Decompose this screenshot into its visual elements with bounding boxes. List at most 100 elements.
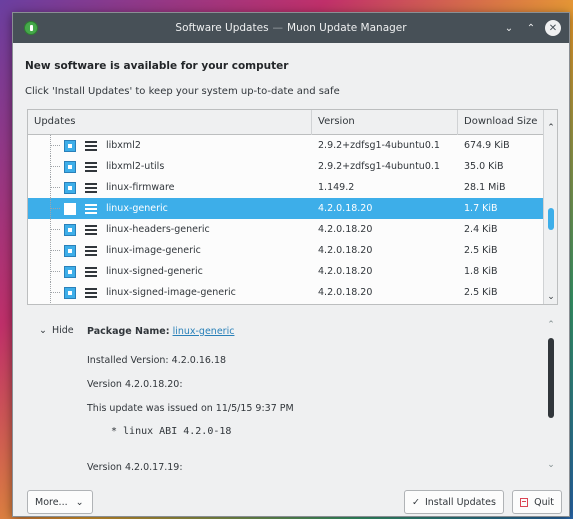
update-checkbox[interactable] bbox=[64, 244, 76, 257]
update-cell: linux-headers-generic bbox=[28, 219, 312, 240]
update-checkbox[interactable] bbox=[64, 139, 76, 152]
table-scrollbar[interactable]: ⌃ ⌄ bbox=[543, 110, 557, 304]
chevron-down-icon: ⌄ bbox=[75, 496, 84, 508]
details-scrollbar[interactable]: ⌃ ⌄ bbox=[544, 318, 558, 470]
chevron-down-icon: ⌄ bbox=[39, 325, 47, 336]
version-heading: Version 4.2.0.18.20: bbox=[87, 379, 183, 390]
quit-button[interactable]: Quit bbox=[512, 490, 562, 514]
version-cell: 4.2.0.18.20 bbox=[318, 245, 373, 256]
more-label: More... bbox=[35, 496, 68, 508]
table-row[interactable]: linux-signed-image-generic 4.2.0.18.20 2.5… bbox=[28, 282, 557, 303]
subline: Click 'Install Updates' to keep your sys… bbox=[25, 86, 340, 97]
minimize-button[interactable]: ⌄ bbox=[501, 20, 517, 36]
update-checkbox[interactable] bbox=[64, 181, 76, 194]
package-icon bbox=[85, 140, 97, 151]
title-bar[interactable]: Software Updates — Muon Update Manager ⌄… bbox=[13, 13, 569, 43]
installed-version: Installed Version: 4.2.0.16.18 bbox=[87, 355, 227, 366]
update-cell: linux-image-generic bbox=[28, 240, 312, 261]
update-cell: linux-generic bbox=[28, 198, 312, 219]
package-name: libxml2 bbox=[106, 140, 141, 151]
hide-details-toggle[interactable]: ⌄ Hide bbox=[39, 325, 74, 336]
tree-line bbox=[50, 208, 60, 209]
update-checkbox[interactable] bbox=[64, 265, 76, 278]
checkmark-icon: ✓ bbox=[412, 496, 420, 508]
package-name: linux-generic bbox=[106, 203, 168, 214]
window-title: Software Updates bbox=[175, 22, 269, 34]
install-updates-button[interactable]: ✓ Install Updates bbox=[404, 490, 504, 514]
version-cell: 1.149.2 bbox=[318, 182, 355, 193]
size-cell: 2.5 KiB bbox=[464, 245, 498, 256]
package-name: linux-firmware bbox=[106, 182, 175, 193]
package-name: libxml2-utils bbox=[106, 161, 165, 172]
version-cell: 2.9.2+zdfsg1-4ubuntu0.1 bbox=[318, 161, 440, 172]
scroll-down-icon[interactable]: ⌄ bbox=[544, 292, 557, 302]
table-row[interactable]: linux-headers-generic 4.2.0.18.20 2.4 KiB bbox=[28, 219, 557, 240]
update-checkbox[interactable] bbox=[64, 160, 76, 173]
update-cell: linux-firmware bbox=[28, 177, 312, 198]
update-cell: libxml2-utils bbox=[28, 156, 312, 177]
updates-table: Updates Version Download Size libxml2 2.9… bbox=[27, 109, 558, 305]
tree-line bbox=[50, 250, 60, 251]
version-cell: 4.2.0.18.20 bbox=[318, 224, 373, 235]
package-details-panel: ⌄ Hide Package Name: linux-generic Instal… bbox=[27, 318, 558, 473]
version-cell: 4.2.0.18.20 bbox=[318, 287, 373, 298]
quit-label: Quit bbox=[534, 496, 554, 508]
package-name: linux-signed-image-generic bbox=[106, 287, 236, 298]
column-header-version[interactable]: Version bbox=[312, 110, 458, 135]
package-icon bbox=[85, 161, 97, 172]
update-checkbox[interactable] bbox=[64, 223, 76, 236]
update-cell: libxml2 bbox=[28, 135, 312, 156]
package-icon bbox=[85, 245, 97, 256]
package-name: linux-signed-generic bbox=[106, 266, 203, 277]
package-icon bbox=[85, 224, 97, 235]
quit-icon bbox=[520, 497, 529, 507]
details-scrollbar-thumb[interactable] bbox=[548, 338, 554, 418]
package-name: linux-image-generic bbox=[106, 245, 201, 256]
package-icon bbox=[85, 287, 97, 298]
package-name-label: Package Name: bbox=[87, 326, 170, 337]
maximize-button[interactable]: ⌃ bbox=[523, 20, 539, 36]
table-row[interactable]: linux-signed-generic 4.2.0.18.20 1.8 KiB bbox=[28, 261, 557, 282]
app-icon bbox=[24, 21, 38, 35]
close-button[interactable]: ✕ bbox=[545, 20, 561, 36]
table-body: libxml2 2.9.2+zdfsg1-4ubuntu0.1 674.9 KiB l… bbox=[28, 135, 557, 303]
tree-line bbox=[50, 292, 60, 293]
size-cell: 35.0 KiB bbox=[464, 161, 504, 172]
package-icon bbox=[85, 203, 97, 214]
package-name: linux-headers-generic bbox=[106, 224, 210, 235]
tree-line bbox=[50, 229, 60, 230]
version-heading-2: Version 4.2.0.17.19: bbox=[87, 462, 183, 473]
tree-line bbox=[50, 145, 60, 146]
scroll-up-icon[interactable]: ⌃ bbox=[544, 123, 557, 133]
version-cell: 2.9.2+zdfsg1-4ubuntu0.1 bbox=[318, 140, 440, 151]
version-cell: 4.2.0.18.20 bbox=[318, 266, 373, 277]
table-row[interactable]: linux-image-generic 4.2.0.18.20 2.5 KiB bbox=[28, 240, 557, 261]
table-row[interactable]: linux-firmware 1.149.2 28.1 MiB bbox=[28, 177, 557, 198]
install-label: Install Updates bbox=[424, 496, 496, 508]
update-checkbox[interactable] bbox=[64, 286, 76, 299]
package-icon bbox=[85, 266, 97, 277]
issued-date: This update was issued on 11/5/15 9:37 P… bbox=[87, 403, 294, 414]
tree-line bbox=[50, 187, 60, 188]
details-scroll-down-icon[interactable]: ⌄ bbox=[544, 460, 558, 470]
table-row[interactable]: libxml2 2.9.2+zdfsg1-4ubuntu0.1 674.9 KiB bbox=[28, 135, 557, 156]
update-checkbox[interactable] bbox=[64, 202, 76, 215]
table-row[interactable]: linux-generic 4.2.0.18.20 1.7 KiB bbox=[28, 198, 557, 219]
headline: New software is available for your compu… bbox=[25, 60, 289, 72]
hide-label: Hide bbox=[51, 325, 74, 336]
update-cell: linux-signed-generic bbox=[28, 261, 312, 282]
size-cell: 1.8 KiB bbox=[464, 266, 498, 277]
column-header-download-size[interactable]: Download Size bbox=[458, 110, 546, 135]
column-header-updates[interactable]: Updates bbox=[28, 110, 312, 135]
version-cell: 4.2.0.18.20 bbox=[318, 203, 373, 214]
changelog-entry: * linux ABI 4.2.0-18 bbox=[111, 426, 232, 437]
table-row[interactable]: libxml2-utils 2.9.2+zdfsg1-4ubuntu0.1 35.0… bbox=[28, 156, 557, 177]
scrollbar-thumb[interactable] bbox=[548, 208, 554, 230]
more-button[interactable]: More... ⌄ bbox=[27, 490, 93, 514]
details-scroll-up-icon[interactable]: ⌃ bbox=[544, 320, 558, 330]
table-header: Updates Version Download Size bbox=[28, 110, 557, 135]
size-cell: 2.5 KiB bbox=[464, 287, 498, 298]
tree-line bbox=[50, 166, 60, 167]
package-name-link[interactable]: linux-generic bbox=[173, 326, 235, 337]
app-name: Muon Update Manager bbox=[287, 22, 407, 34]
